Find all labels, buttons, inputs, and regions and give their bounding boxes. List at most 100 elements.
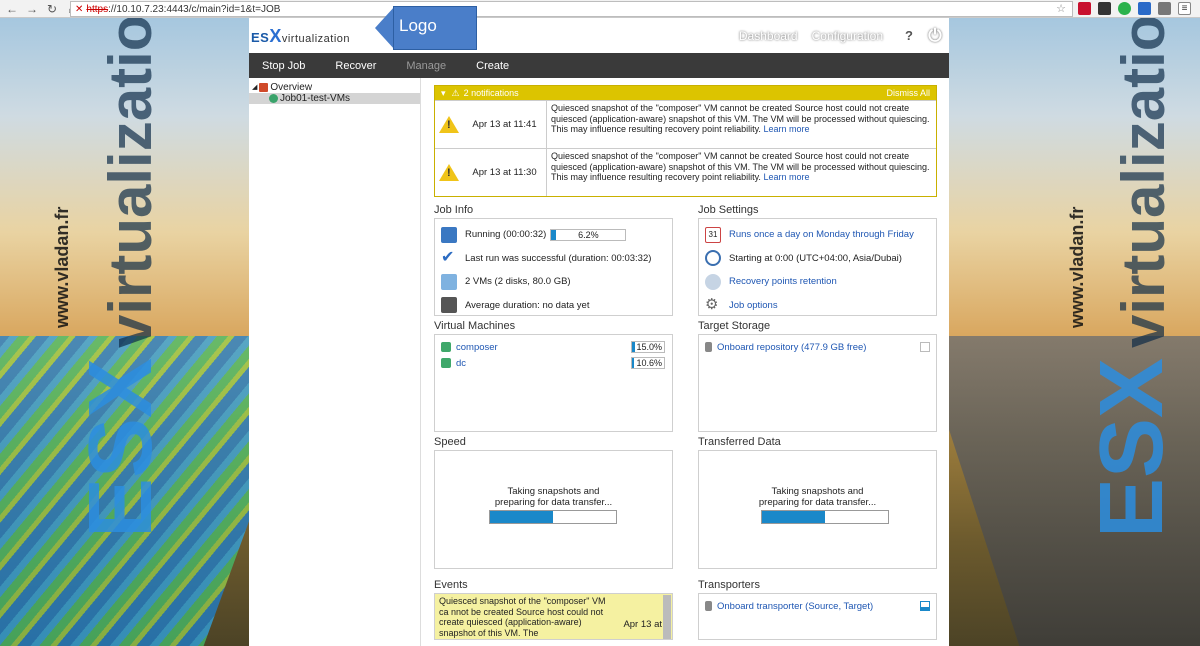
- events-scrollbar[interactable]: [663, 595, 671, 639]
- last-run-row: ✔ Last run was successful (duration: 00:…: [441, 249, 652, 267]
- help-icon[interactable]: ?: [900, 27, 918, 45]
- gear-icon: ⚙: [705, 296, 719, 314]
- extension-icon-gray[interactable]: [1158, 2, 1171, 15]
- monitor-icon: [441, 297, 457, 314]
- logo[interactable]: ESXvirtualization: [251, 26, 350, 47]
- target-storage-title: Target Storage: [698, 320, 771, 332]
- url-text: ://10.10.7.23:4443/c/main?id=1&t=JOB: [108, 3, 281, 15]
- learn-more-link[interactable]: Learn more: [763, 172, 809, 182]
- retention-icon: [705, 273, 721, 290]
- notification-message: Quiesced snapshot of the "composer" VM c…: [551, 103, 930, 134]
- overview-home-icon: [259, 83, 269, 92]
- app-header: ESXvirtualization Logo Dashboard Configu…: [249, 6, 949, 53]
- right-watermark-site: www.vladan.fr: [1067, 206, 1087, 328]
- bookmark-star-icon[interactable]: ☆: [1056, 2, 1066, 15]
- repository-row[interactable]: Onboard repository (477.9 GB free): [705, 339, 930, 355]
- browser-toolbar: ← → ↻ ⌂ ✕ https ://10.10.7.23:4443/c/mai…: [0, 0, 1200, 18]
- notification-date: Apr 13 at 11:41: [463, 101, 547, 148]
- extension-icon-blue[interactable]: [1138, 2, 1151, 15]
- clock-icon: [705, 250, 721, 267]
- job-running-row: Running (00:00:32) 6.2%: [441, 223, 666, 247]
- left-watermark-esx: ESX: [71, 357, 171, 538]
- notification-item: Apr 13 at 11:41 Quiesced snapshot of the…: [435, 100, 936, 148]
- notifications-panel: ▾ ⚠ 2 notifications Dismiss All Apr 13 a…: [434, 85, 937, 197]
- speed-title: Speed: [434, 436, 466, 448]
- extension-icon-stack[interactable]: [1098, 2, 1111, 15]
- extension-icon-green[interactable]: [1118, 2, 1131, 15]
- vm-icon: [441, 358, 451, 368]
- collapse-icon[interactable]: ▾: [441, 88, 446, 99]
- recover-button[interactable]: Recover: [335, 60, 376, 72]
- manage-button: Manage: [406, 59, 447, 72]
- warning-icon: [439, 116, 459, 133]
- learn-more-link[interactable]: Learn more: [763, 124, 809, 134]
- power-icon[interactable]: ⏻: [926, 27, 944, 45]
- avg-row: Average duration: no data yet: [441, 294, 666, 318]
- nav-configuration[interactable]: Configuration: [812, 29, 883, 43]
- tree-item-job[interactable]: Job01-test-VMs: [249, 93, 420, 104]
- schedule-row: 31 Runs once a day on Monday through Fri…: [705, 223, 930, 247]
- stop-job-button[interactable]: Stop Job: [262, 60, 305, 72]
- retention-row: Recovery points retention: [705, 270, 930, 294]
- warning-icon: [439, 164, 459, 181]
- virtual-machines-title: Virtual Machines: [434, 320, 516, 332]
- vms-icon: [441, 273, 457, 290]
- back-icon[interactable]: ←: [4, 1, 20, 17]
- target-storage-panel: Target Storage Onboard repository (477.9…: [698, 319, 937, 432]
- vm-row[interactable]: dc 10.6%: [441, 355, 666, 371]
- job-icon: [269, 94, 278, 103]
- vm-row[interactable]: composer 15.0%: [441, 339, 666, 355]
- vm-progress: 15.0%: [631, 341, 665, 353]
- events-panel: Events Quiesced snapshot of the "compose…: [434, 578, 673, 640]
- job-info-title: Job Info: [434, 204, 474, 216]
- transporter-icon: [705, 601, 712, 611]
- app-window: ESXvirtualization Logo Dashboard Configu…: [249, 6, 949, 646]
- reload-icon[interactable]: ↻: [44, 1, 60, 17]
- job-info-panel: Job Info Running (00:00:32) 6.2% ✔ Last …: [434, 203, 673, 316]
- job-settings-title: Job Settings: [698, 204, 759, 216]
- checkmark-icon: ✔: [441, 249, 455, 267]
- speed-progress-bar: [489, 510, 617, 524]
- calendar-icon: 31: [705, 226, 721, 243]
- event-item[interactable]: Quiesced snapshot of the "composer" VM c…: [435, 594, 672, 639]
- transferred-data-panel: Transferred Data Taking snapshots and pre…: [698, 435, 937, 569]
- menu-icon[interactable]: ≡: [1178, 2, 1191, 15]
- transporters-title: Transporters: [698, 579, 760, 591]
- transporters-panel: Transporters Onboard transporter (Source…: [698, 578, 937, 640]
- vm-progress: 10.6%: [631, 357, 665, 369]
- right-watermark-esx: ESX: [1082, 357, 1182, 538]
- right-background-decoration: www.vladan.fr virtualization ESX: [949, 18, 1200, 646]
- left-watermark-brand: virtualization: [97, 18, 164, 348]
- callout-text: Logo: [399, 16, 437, 35]
- left-watermark-site: www.vladan.fr: [52, 206, 72, 328]
- job-progress-bar: 6.2%: [550, 228, 627, 241]
- tree-item-overview[interactable]: ◢ Overview: [249, 82, 420, 93]
- vms-row: 2 VMs (2 disks, 80.0 GB): [441, 270, 666, 294]
- nav-dashboard[interactable]: Dashboard: [739, 29, 798, 43]
- speed-status: Taking snapshots and preparing for data t…: [494, 486, 613, 508]
- insecure-lock-icon: ✕: [75, 3, 84, 15]
- expand-triangle-icon[interactable]: ◢: [252, 82, 257, 93]
- forward-icon[interactable]: →: [24, 1, 40, 17]
- callout-arrow: [375, 6, 395, 50]
- menu-bar: Stop Job Recover Manage Create: [249, 53, 949, 78]
- start-row: Starting at 0:00 (UTC+04:00, Asia/Dubai): [705, 247, 930, 271]
- running-icon: [441, 226, 457, 243]
- dismiss-all-button[interactable]: Dismiss All: [886, 88, 930, 98]
- notification-item: Apr 13 at 11:30 Quiesced snapshot of the…: [435, 148, 936, 196]
- retention-link[interactable]: Recovery points retention: [729, 276, 837, 287]
- repository-checkbox[interactable]: [920, 342, 930, 352]
- transporter-row[interactable]: Onboard transporter (Source, Target): [705, 598, 930, 614]
- logo-callout: Logo: [375, 6, 481, 52]
- dashboard-main: ▾ ⚠ 2 notifications Dismiss All Apr 13 a…: [434, 85, 937, 640]
- create-button[interactable]: Create: [476, 60, 509, 72]
- extension-icon-red[interactable]: [1078, 2, 1091, 15]
- url-scheme: https: [86, 3, 109, 15]
- address-bar[interactable]: ✕ https ://10.10.7.23:4443/c/main?id=1&t…: [70, 1, 1073, 17]
- events-title: Events: [434, 579, 468, 591]
- schedule-link[interactable]: Runs once a day on Monday through Friday: [729, 229, 914, 240]
- job-options-link[interactable]: Job options: [729, 300, 778, 311]
- job-settings-panel: Job Settings 31 Runs once a day on Monda…: [698, 203, 937, 316]
- notifications-header[interactable]: ▾ ⚠ 2 notifications Dismiss All: [435, 86, 936, 100]
- repository-icon: [705, 342, 712, 352]
